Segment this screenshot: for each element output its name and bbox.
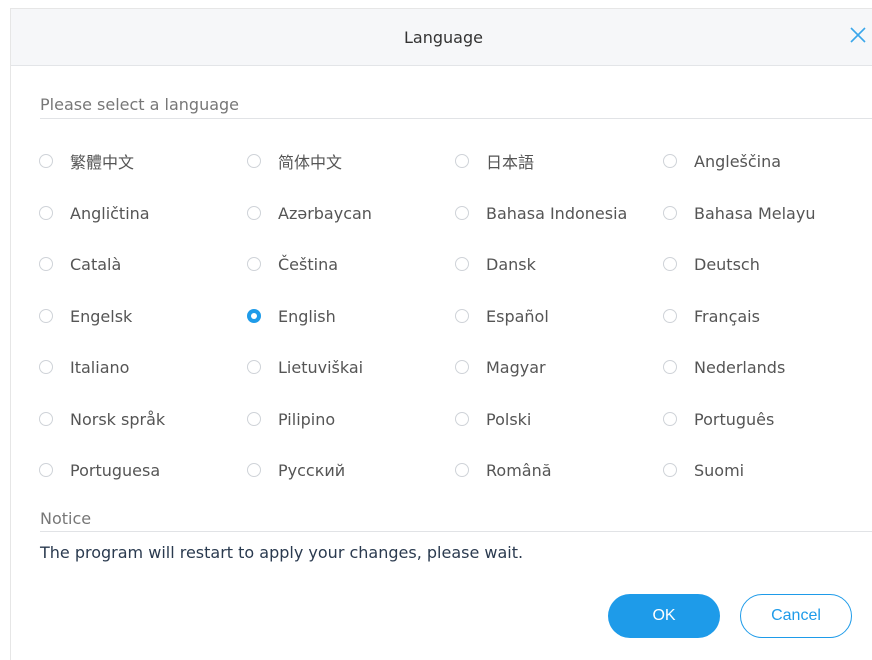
- notice-label: Notice: [40, 509, 92, 528]
- language-label: Dansk: [486, 254, 536, 274]
- radio-unchecked-icon[interactable]: [663, 309, 677, 323]
- ok-button[interactable]: OK: [608, 594, 720, 638]
- divider: [40, 531, 872, 532]
- notice-text: The program will restart to apply your c…: [40, 543, 524, 562]
- language-label: Español: [486, 306, 549, 326]
- language-option[interactable]: Azərbaycan: [247, 201, 372, 225]
- language-label: Angleščina: [694, 151, 782, 171]
- radio-unchecked-icon[interactable]: [39, 360, 53, 374]
- language-label: Català: [70, 254, 122, 274]
- language-label: Azərbaycan: [278, 203, 372, 223]
- language-label: Русский: [278, 460, 346, 480]
- language-option[interactable]: Norsk språk: [39, 407, 165, 431]
- radio-unchecked-icon[interactable]: [663, 206, 677, 220]
- radio-unchecked-icon[interactable]: [455, 360, 469, 374]
- language-option[interactable]: Nederlands: [663, 355, 785, 379]
- language-option[interactable]: Português: [663, 407, 774, 431]
- language-option[interactable]: Angleščina: [663, 149, 781, 173]
- radio-unchecked-icon[interactable]: [39, 154, 53, 168]
- divider: [40, 118, 872, 119]
- language-label: Pilipino: [278, 409, 336, 429]
- language-option[interactable]: Magyar: [455, 355, 546, 379]
- language-label: Čeština: [278, 254, 339, 274]
- radio-unchecked-icon[interactable]: [247, 360, 261, 374]
- language-label: Norsk språk: [70, 409, 166, 429]
- language-label: Deutsch: [694, 254, 760, 274]
- language-dialog: Language Please select a language 繁體中文 简体…: [10, 8, 872, 660]
- language-label: Polski: [486, 409, 532, 429]
- radio-unchecked-icon[interactable]: [663, 257, 677, 271]
- language-option[interactable]: 日本語: [455, 149, 534, 173]
- radio-unchecked-icon[interactable]: [39, 309, 53, 323]
- language-label: Nederlands: [694, 357, 786, 377]
- radio-unchecked-icon[interactable]: [455, 412, 469, 426]
- language-option[interactable]: Engelsk: [39, 304, 132, 328]
- language-option[interactable]: Pilipino: [247, 407, 335, 431]
- language-label: 繁體中文: [70, 153, 135, 172]
- language-option[interactable]: Lietuviškai: [247, 355, 363, 379]
- language-option[interactable]: Dansk: [455, 252, 536, 276]
- language-label: Portuguesa: [70, 460, 161, 480]
- radio-unchecked-icon[interactable]: [663, 463, 677, 477]
- dialog-title: Language: [404, 28, 483, 47]
- radio-unchecked-icon[interactable]: [247, 257, 261, 271]
- radio-unchecked-icon[interactable]: [247, 154, 261, 168]
- language-option[interactable]: Română: [455, 458, 552, 482]
- language-option[interactable]: Portuguesa: [39, 458, 160, 482]
- language-option[interactable]: Català: [39, 252, 121, 276]
- language-option[interactable]: Deutsch: [663, 252, 760, 276]
- close-icon[interactable]: [846, 23, 870, 47]
- language-option[interactable]: Polski: [455, 407, 531, 431]
- radio-unchecked-icon[interactable]: [455, 206, 469, 220]
- cancel-button[interactable]: Cancel: [740, 594, 852, 638]
- radio-unchecked-icon[interactable]: [455, 257, 469, 271]
- language-label: 日本語: [486, 153, 535, 172]
- language-option[interactable]: Čeština: [247, 252, 338, 276]
- language-label: Italiano: [70, 357, 130, 377]
- language-option[interactable]: Suomi: [663, 458, 744, 482]
- language-label: Engelsk: [70, 306, 133, 326]
- radio-unchecked-icon[interactable]: [247, 412, 261, 426]
- language-option[interactable]: Français: [663, 304, 760, 328]
- radio-unchecked-icon[interactable]: [39, 206, 53, 220]
- language-label: Français: [694, 306, 760, 326]
- radio-unchecked-icon[interactable]: [247, 206, 261, 220]
- radio-unchecked-icon[interactable]: [455, 463, 469, 477]
- radio-unchecked-icon[interactable]: [247, 463, 261, 477]
- radio-unchecked-icon[interactable]: [663, 360, 677, 374]
- language-option[interactable]: 简体中文: [247, 149, 342, 173]
- language-label: Bahasa Indonesia: [486, 203, 628, 223]
- language-label: Română: [486, 460, 552, 480]
- language-label: Angličtina: [70, 203, 150, 223]
- language-option[interactable]: 繁體中文: [39, 149, 134, 173]
- radio-unchecked-icon[interactable]: [39, 463, 53, 477]
- language-option[interactable]: Bahasa Indonesia: [455, 201, 627, 225]
- language-option[interactable]: Angličtina: [39, 201, 150, 225]
- language-option[interactable]: Русский: [247, 458, 345, 482]
- language-label: Suomi: [694, 460, 745, 480]
- language-option[interactable]: Italiano: [39, 355, 129, 379]
- radio-unchecked-icon[interactable]: [663, 412, 677, 426]
- language-label: 简体中文: [278, 153, 343, 172]
- language-option[interactable]: English: [247, 304, 336, 328]
- radio-unchecked-icon[interactable]: [455, 309, 469, 323]
- radio-unchecked-icon[interactable]: [455, 154, 469, 168]
- language-label: Português: [694, 409, 775, 429]
- language-label: Bahasa Melayu: [694, 203, 816, 223]
- language-option[interactable]: Bahasa Melayu: [663, 201, 815, 225]
- language-label: Magyar: [486, 357, 546, 377]
- dialog-titlebar: Language: [11, 9, 872, 66]
- language-label: English: [278, 306, 336, 326]
- language-option[interactable]: Español: [455, 304, 549, 328]
- select-language-label: Please select a language: [40, 95, 240, 114]
- radio-checked-icon[interactable]: [247, 309, 261, 323]
- radio-unchecked-icon[interactable]: [39, 412, 53, 426]
- radio-unchecked-icon[interactable]: [39, 257, 53, 271]
- radio-unchecked-icon[interactable]: [663, 154, 677, 168]
- language-label: Lietuviškai: [278, 357, 364, 377]
